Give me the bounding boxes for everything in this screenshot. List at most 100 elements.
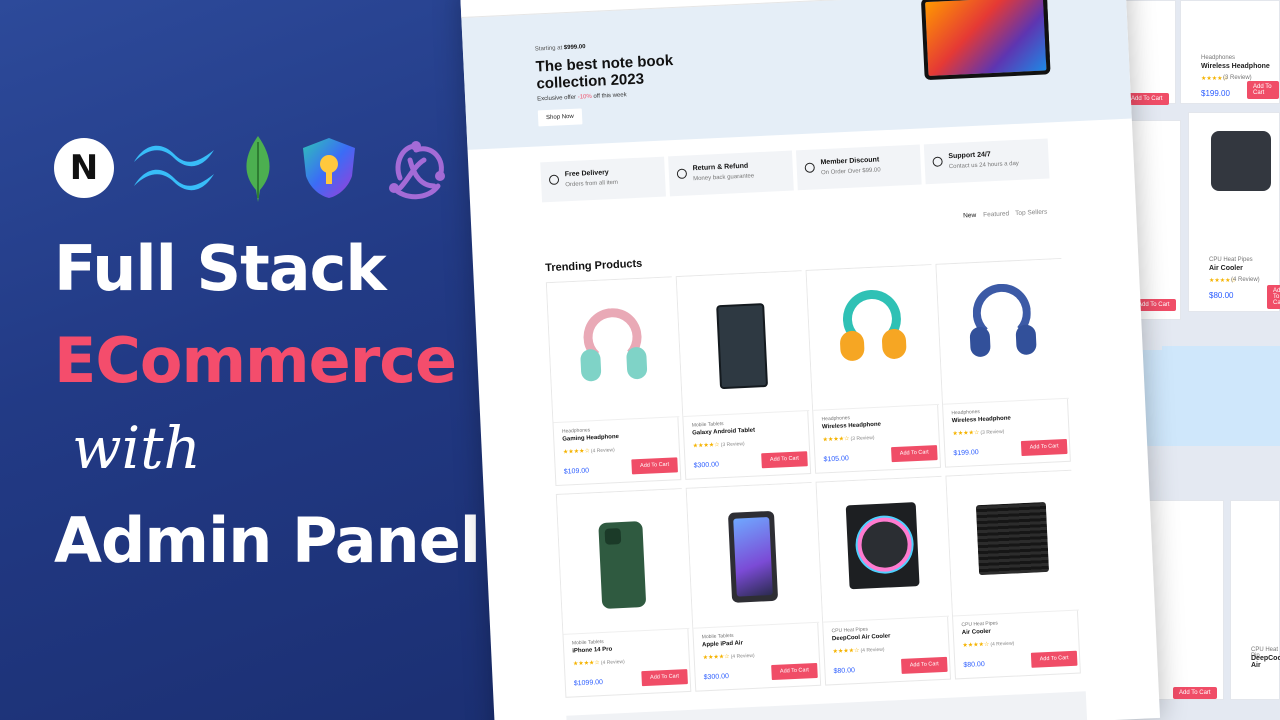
product-card[interactable]: Headphones Gaming Headphone ★★★★☆ (4 Rev… bbox=[545, 276, 682, 487]
product-name: Wireless Headphone bbox=[1201, 63, 1270, 70]
feature-title: Free Delivery bbox=[564, 169, 609, 179]
review-count: (4 Review) bbox=[590, 447, 615, 455]
add-to-cart-button[interactable]: Add To Cart bbox=[641, 669, 688, 687]
product-card[interactable]: CPU Heat Pipes Air Cooler ★★★★☆ (4 Revie… bbox=[945, 469, 1081, 680]
rating-stars: ★★★★☆ bbox=[572, 660, 600, 668]
product-image bbox=[946, 470, 1079, 617]
rating-stars: ★★★★☆ bbox=[832, 647, 860, 656]
product-price: $199.00 bbox=[953, 449, 979, 458]
product-image bbox=[936, 258, 1069, 405]
product-price: $199.00 bbox=[1201, 89, 1230, 98]
product-price: $300.00 bbox=[693, 461, 720, 470]
product-card[interactable]: Mobile Tablets Apple iPad Air ★★★★☆ (4 R… bbox=[685, 481, 822, 692]
shop-now-button[interactable]: Shop Now bbox=[537, 108, 583, 127]
feature-subtitle: On Order Over $99.00 bbox=[820, 167, 881, 177]
add-to-cart-button[interactable]: Add To Cart bbox=[1030, 650, 1078, 668]
add-to-cart-button[interactable]: Add To Cart bbox=[1020, 438, 1068, 457]
product-name: iPhone 14 Pro bbox=[572, 646, 613, 655]
headline-with: with bbox=[72, 414, 201, 482]
feature-free-delivery: Free Delivery Orders from all item bbox=[540, 156, 666, 203]
redux-logo-icon bbox=[389, 141, 445, 200]
product-card[interactable]: CPU Heat Pipes DeepCool Air Cooler ★★★★☆… bbox=[815, 475, 952, 686]
hero-offer: Exclusive offer -10% off this week bbox=[537, 92, 627, 103]
feature-subtitle: Money back guarantee bbox=[693, 173, 755, 183]
product-price: $80.00 bbox=[963, 661, 985, 670]
product-category: CPU Heat Pipes bbox=[831, 626, 869, 635]
discount-icon bbox=[804, 162, 815, 173]
feature-member-discount: Member Discount On Order Over $99.00 bbox=[795, 144, 922, 191]
product-card[interactable]: Mobile Tablets iPhone 14 Pro ★★★★☆ (4 Re… bbox=[555, 488, 692, 698]
product-category: Mobile Tablets bbox=[571, 638, 604, 647]
ecommerce-page-preview: Starting at $999.00 The best note book c… bbox=[460, 0, 1161, 720]
rating-stars: ★★★★☆ bbox=[822, 436, 850, 444]
add-to-cart-button[interactable]: Add To Cart bbox=[1125, 93, 1169, 105]
headline-admin-panel: Admin Panel bbox=[54, 504, 481, 577]
hero-starting-price: Starting at $999.00 bbox=[534, 44, 586, 53]
feature-subtitle: Orders from all item bbox=[565, 179, 619, 189]
product-image bbox=[686, 482, 820, 629]
rating-stars: ★★★★☆ bbox=[952, 430, 980, 438]
feature-title: Member Discount bbox=[820, 156, 880, 167]
product-card[interactable]: Headphones Wireless Headphone ★★★★☆ (3 R… bbox=[805, 264, 942, 474]
product-image bbox=[546, 277, 680, 424]
review-count: (3 Review) bbox=[850, 434, 875, 443]
product-name: Wireless Headphone bbox=[821, 421, 882, 431]
add-to-cart-button[interactable]: Add To Cart bbox=[1247, 81, 1279, 99]
feature-support: Support 24/7 Contact us 24 hours a day bbox=[923, 138, 1050, 185]
feature-title: Return & Refund bbox=[692, 162, 749, 173]
review-count: (4 Review) bbox=[600, 658, 625, 667]
rating-stars: ★★★★☆ bbox=[562, 448, 590, 456]
add-to-cart-button[interactable]: Add To Cart bbox=[891, 445, 938, 463]
product-price: $300.00 bbox=[703, 673, 730, 682]
add-to-cart-button[interactable]: Add To Cart bbox=[1173, 687, 1217, 699]
product-name: DeepCool Air Cooler bbox=[831, 633, 891, 643]
product-price: $109.00 bbox=[563, 467, 590, 476]
feature-strip: Free Delivery Orders from all item Retur… bbox=[540, 138, 1051, 203]
product-image bbox=[816, 476, 950, 623]
feature-return-refund: Return & Refund Money back guarantee bbox=[668, 150, 794, 197]
product-name: Galaxy Android Tablet bbox=[692, 427, 756, 437]
add-to-cart-button[interactable]: Add To Cart bbox=[631, 457, 678, 475]
headline-ecommerce: ECommerce bbox=[54, 324, 457, 397]
tab-top-sellers[interactable]: Top Sellers bbox=[1015, 209, 1047, 218]
product-category: CPU Heat Pipes bbox=[1209, 257, 1253, 263]
add-to-cart-button[interactable]: Add To Cart bbox=[901, 656, 948, 674]
product-category: Headphones bbox=[561, 427, 591, 435]
add-to-cart-button[interactable]: Add To Cart bbox=[761, 451, 808, 469]
truck-icon bbox=[548, 174, 560, 186]
side-preview-card: CPU Heat Pipes Air Cooler ★★★★☆ (4 Revie… bbox=[1188, 112, 1280, 312]
product-price: $105.00 bbox=[823, 455, 849, 464]
product-image bbox=[676, 271, 810, 417]
review-count: (3 Review) bbox=[1223, 75, 1252, 81]
headline-full-stack: Full Stack bbox=[54, 232, 387, 305]
product-name: Wireless Headphone bbox=[951, 415, 1011, 425]
review-count: (3 Review) bbox=[720, 441, 745, 449]
tab-featured[interactable]: Featured bbox=[983, 210, 1009, 218]
product-category: Headphones bbox=[951, 408, 980, 417]
rating-stars: ★★★★☆ bbox=[692, 442, 720, 450]
side-preview-card: Headphones Wireless Headphone ★★★★☆ (3 R… bbox=[1180, 0, 1280, 104]
review-count: (4 Review) bbox=[990, 640, 1015, 648]
add-to-cart-button[interactable]: Add To Cart bbox=[771, 662, 818, 681]
product-price: $1099.00 bbox=[573, 679, 604, 688]
mongodb-logo-icon bbox=[246, 136, 270, 202]
product-category: Headphones bbox=[1201, 55, 1236, 61]
product-tabs: New Featured Top Sellers bbox=[963, 208, 1063, 225]
product-category: Mobile Tablets bbox=[691, 421, 724, 429]
side-preview-card: CPU Heat Pip DeepCool Air bbox=[1230, 500, 1280, 700]
product-image bbox=[556, 489, 690, 635]
refund-icon bbox=[676, 168, 688, 179]
product-image bbox=[806, 265, 940, 411]
tab-new[interactable]: New bbox=[963, 212, 976, 220]
review-count: (3 Review) bbox=[980, 428, 1005, 436]
product-price: $80.00 bbox=[1209, 291, 1234, 300]
product-card[interactable]: Mobile Tablets Galaxy Android Tablet ★★★… bbox=[675, 270, 812, 480]
hero-title: The best note book collection 2023 bbox=[535, 52, 674, 93]
review-count: (4 Review) bbox=[730, 652, 755, 660]
headset-icon bbox=[932, 156, 943, 167]
add-to-cart-button[interactable]: Add To Cart bbox=[1267, 285, 1280, 309]
feature-title: Support 24/7 bbox=[948, 151, 991, 161]
product-card[interactable]: Headphones Wireless Headphone ★★★★☆ (3 R… bbox=[935, 257, 1071, 468]
feature-subtitle: Contact us 24 hours a day bbox=[948, 160, 1019, 171]
product-price: $80.00 bbox=[833, 667, 856, 676]
